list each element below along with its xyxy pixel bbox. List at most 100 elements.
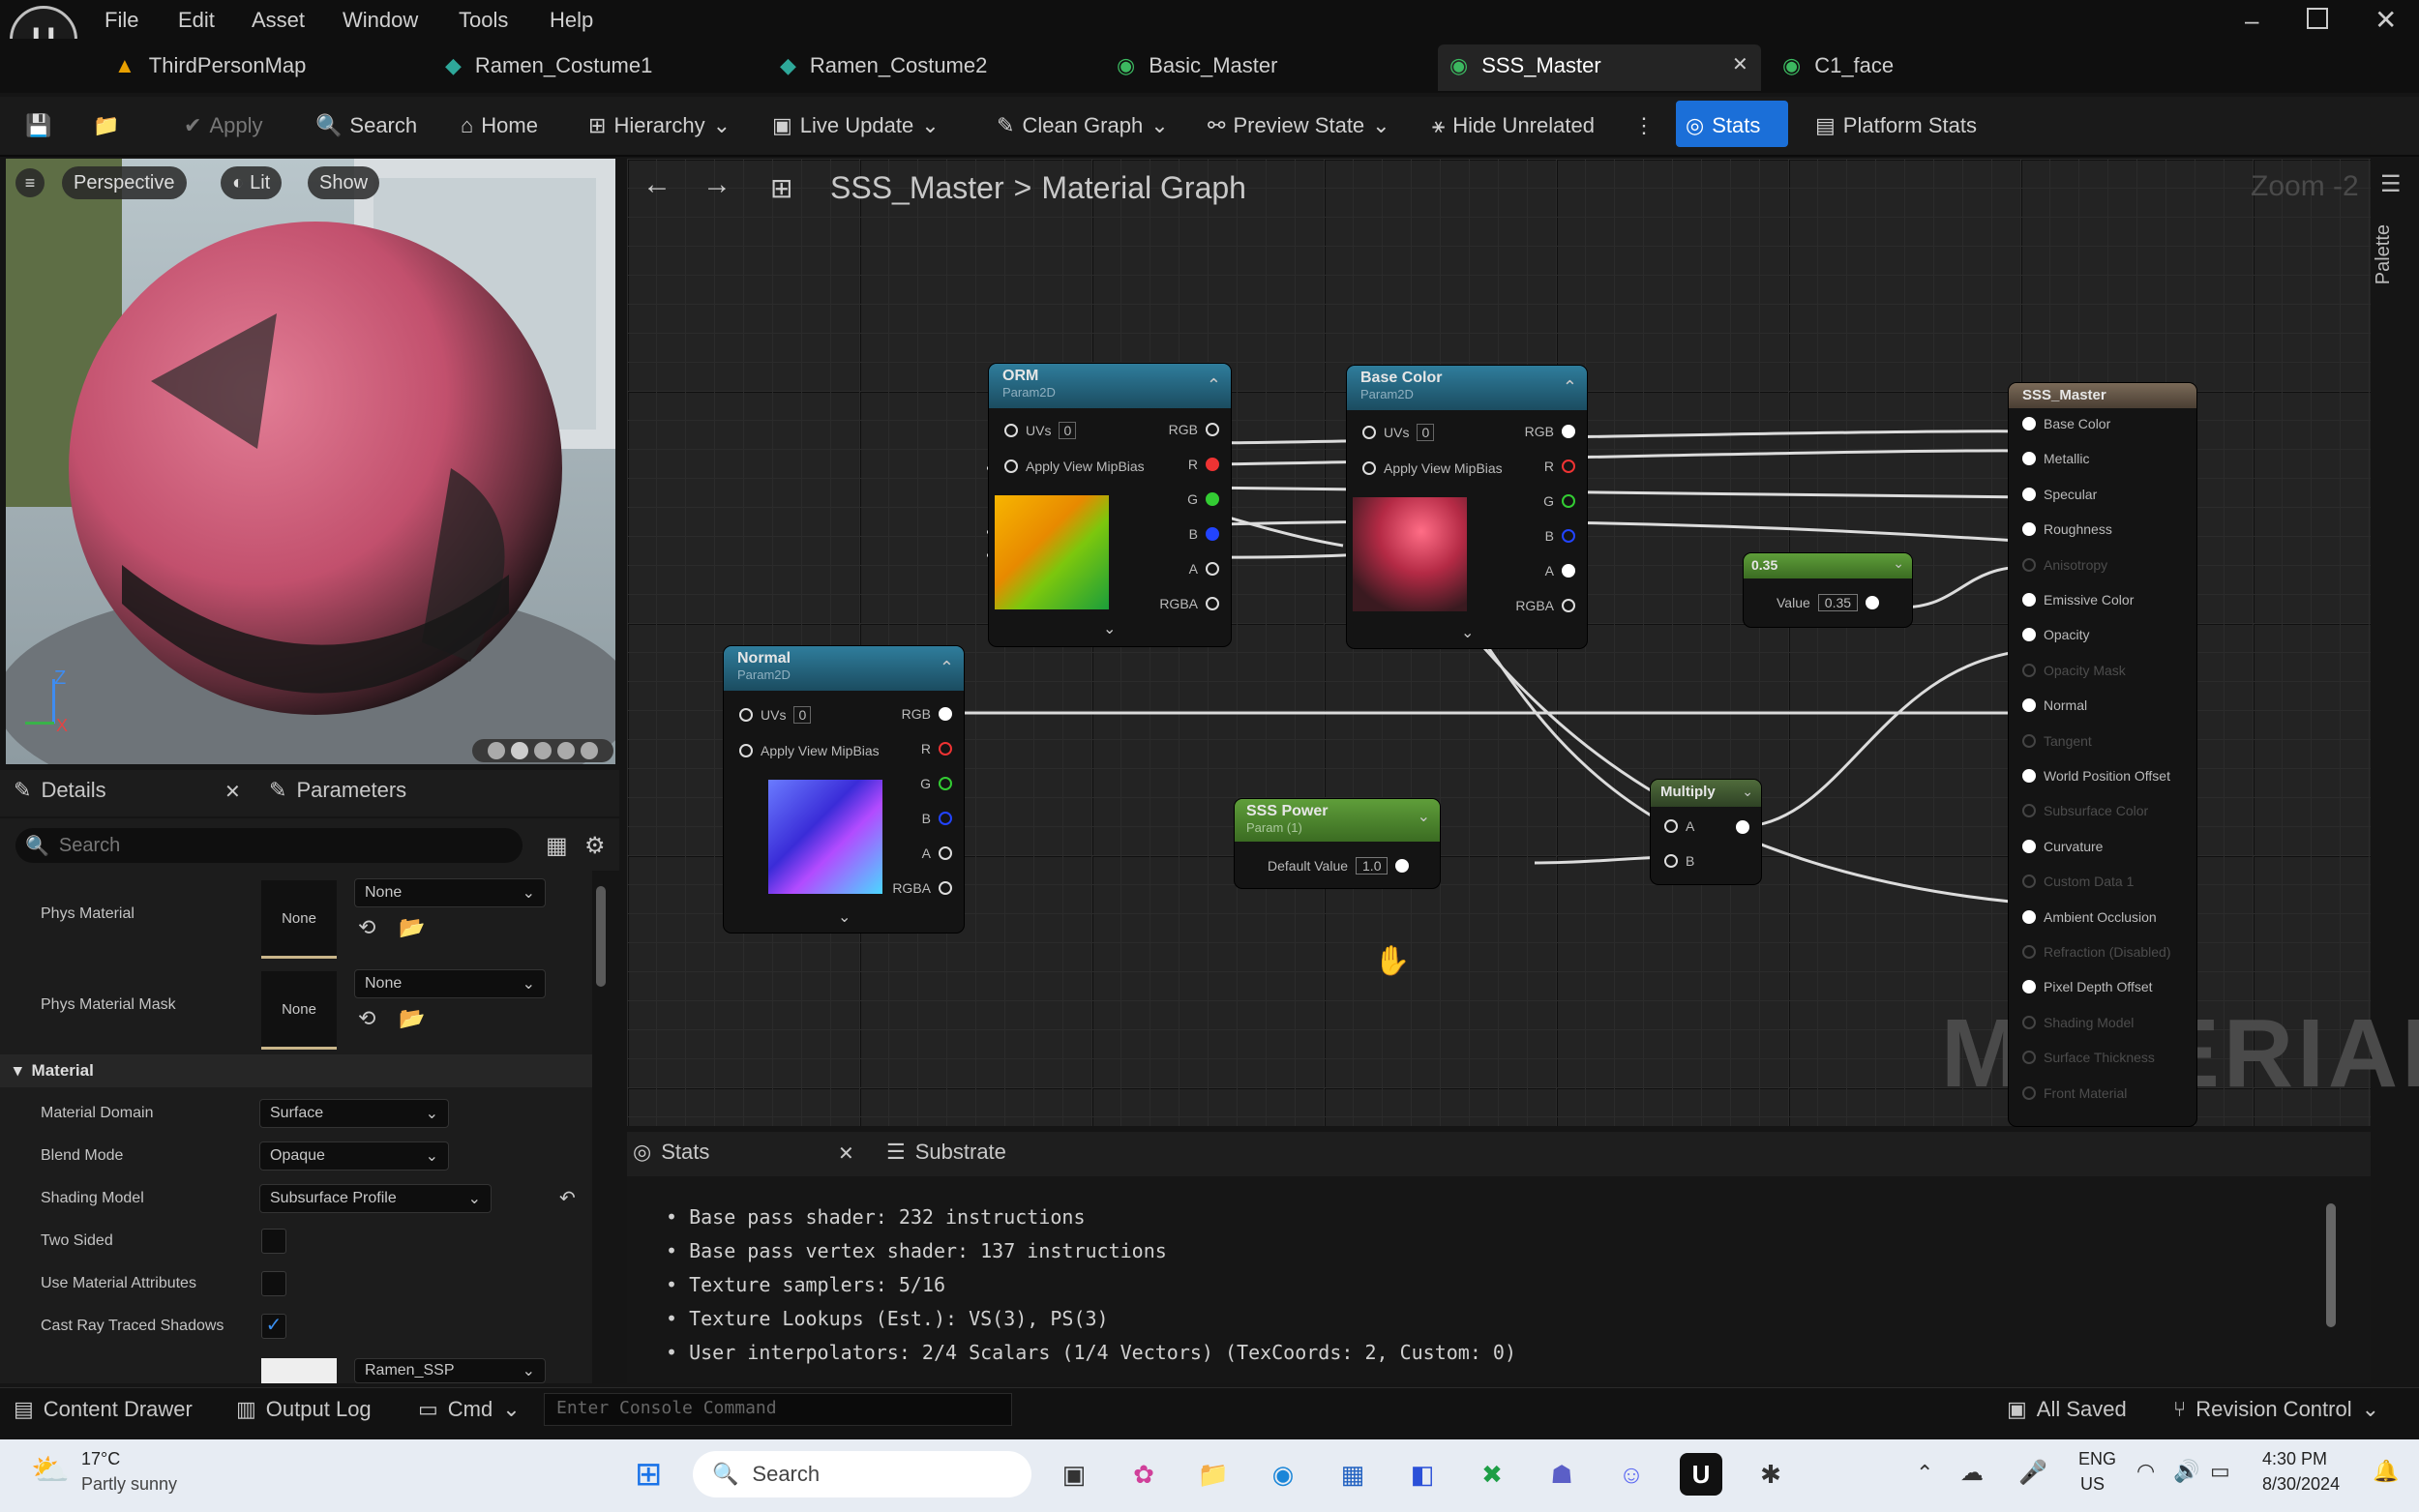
unreal-engine-icon[interactable]: U bbox=[1680, 1453, 1722, 1496]
input-pin-icon[interactable] bbox=[2022, 593, 2036, 607]
browse-folder-icon[interactable]: 📂 bbox=[399, 915, 425, 940]
preview-state-button[interactable]: ⚯ Preview State ⌄ bbox=[1208, 104, 1390, 147]
mipbias-pin-icon[interactable] bbox=[1004, 460, 1018, 473]
palette-tab[interactable]: Palette bbox=[2373, 224, 2395, 284]
cast-ray-traced-shadows-checkbox[interactable]: ✓ bbox=[261, 1314, 286, 1339]
r-pin-icon[interactable] bbox=[939, 742, 952, 756]
b-pin-icon[interactable] bbox=[939, 812, 952, 825]
basecolor-texture-node[interactable]: Base Color Param2D ⌃ UVs 0 Apply View MipB… bbox=[1347, 366, 1587, 648]
viewport-menu-icon[interactable]: ≡ bbox=[15, 168, 45, 197]
output-pin-icon[interactable] bbox=[1736, 820, 1749, 834]
input-pin-icon[interactable] bbox=[2022, 1085, 2036, 1100]
g-pin-icon[interactable] bbox=[939, 777, 952, 790]
phys-material-dropdown[interactable]: None ⌄ bbox=[354, 878, 546, 907]
revision-control-button[interactable]: ⑂ Revision Control ⌄ bbox=[2173, 1397, 2379, 1422]
menu-help[interactable]: Help bbox=[550, 8, 593, 33]
a-pin-icon[interactable] bbox=[1664, 819, 1678, 833]
tab-thirdpersonmap[interactable]: ▲ ThirdPersonMap bbox=[114, 46, 306, 85]
blend-mode-dropdown[interactable]: Opaque ⌄ bbox=[259, 1141, 449, 1171]
master-input-pin[interactable]: World Position Offset bbox=[2022, 768, 2170, 784]
rgba-pin-icon[interactable] bbox=[1562, 599, 1575, 612]
input-pin-icon[interactable] bbox=[2022, 452, 2036, 466]
master-input-pin[interactable]: Custom Data 1 bbox=[2022, 874, 2134, 889]
master-input-pin[interactable]: Anisotropy bbox=[2022, 557, 2107, 573]
microphone-icon[interactable]: 🎤 bbox=[2018, 1459, 2047, 1487]
b-pin-icon[interactable] bbox=[1664, 854, 1678, 868]
master-input-pin[interactable]: Emissive Color bbox=[2022, 592, 2134, 608]
rgb-pin-icon[interactable] bbox=[939, 707, 952, 721]
input-pin-icon[interactable] bbox=[2022, 487, 2036, 501]
tab-stats[interactable]: ◎ Stats bbox=[633, 1140, 709, 1165]
master-input-pin[interactable]: Metallic bbox=[2022, 451, 2089, 466]
taskbar-search[interactable]: 🔍 Search bbox=[693, 1451, 1031, 1497]
tab-basic-master[interactable]: ◉ Basic_Master bbox=[1117, 46, 1277, 85]
uvs-pin-icon[interactable] bbox=[1362, 426, 1376, 439]
collapse-icon[interactable]: ⌄ bbox=[1742, 784, 1753, 800]
input-pin-icon[interactable] bbox=[2022, 1051, 2036, 1065]
constant-value-field[interactable]: 0.35 bbox=[1817, 594, 1859, 611]
lit-button[interactable]: ◐ Lit bbox=[221, 166, 283, 199]
output-pin-icon[interactable] bbox=[1395, 859, 1410, 873]
expand-icon[interactable]: ⌄ bbox=[838, 907, 851, 927]
input-pin-icon[interactable] bbox=[2022, 839, 2036, 853]
search-button[interactable]: 🔍 Search bbox=[315, 104, 417, 147]
menu-window[interactable]: Window bbox=[343, 8, 418, 33]
file-explorer-icon[interactable]: 📁 bbox=[1192, 1453, 1235, 1496]
close-stats-icon[interactable]: ✕ bbox=[838, 1141, 854, 1166]
onedrive-icon[interactable]: ☁ bbox=[1960, 1459, 1984, 1487]
constant-node[interactable]: 0.35 ⌄ Value 0.35 bbox=[1744, 553, 1912, 627]
collapse-icon[interactable]: ⌄ bbox=[1893, 555, 1904, 572]
input-pin-icon[interactable] bbox=[2022, 628, 2036, 642]
sphere-icon[interactable] bbox=[511, 742, 528, 759]
input-pin-icon[interactable] bbox=[2022, 522, 2036, 537]
tab-sss-master[interactable]: ◉ SSS_Master bbox=[1449, 46, 1601, 85]
mipbias-pin-icon[interactable] bbox=[1362, 461, 1376, 475]
rgb-pin-icon[interactable] bbox=[1206, 423, 1219, 436]
more-options-icon[interactable]: ⋮ bbox=[1633, 104, 1655, 147]
master-input-pin[interactable]: Curvature bbox=[2022, 839, 2103, 854]
master-input-pin[interactable]: Surface Thickness bbox=[2022, 1050, 2155, 1065]
tab-ramen-costume2[interactable]: ◆ Ramen_Costume2 bbox=[780, 46, 987, 85]
visual-studio-icon[interactable]: ◧ bbox=[1401, 1453, 1444, 1496]
reset-to-default-icon[interactable]: ↶ bbox=[559, 1186, 576, 1210]
uvs-pin-icon[interactable] bbox=[1004, 424, 1018, 437]
rgba-pin-icon[interactable] bbox=[939, 881, 952, 895]
master-input-pin[interactable]: Refraction (Disabled) bbox=[2022, 944, 2171, 960]
browse-folder-icon[interactable]: 📂 bbox=[399, 1006, 425, 1031]
expand-icon[interactable]: ⌄ bbox=[1461, 623, 1474, 642]
copilot-icon[interactable]: ✿ bbox=[1122, 1453, 1165, 1496]
input-pin-icon[interactable] bbox=[2022, 769, 2036, 783]
minimize-button[interactable]: – bbox=[2245, 6, 2258, 36]
material-section-header[interactable]: ▾ Material bbox=[0, 1054, 592, 1087]
preview-shape-buttons[interactable] bbox=[472, 739, 613, 762]
material-domain-dropdown[interactable]: Surface ⌄ bbox=[259, 1099, 449, 1128]
live-update-button[interactable]: ▣ Live Update ⌄ bbox=[772, 104, 940, 147]
edge-icon[interactable]: ◉ bbox=[1262, 1453, 1304, 1496]
phys-material-thumbnail[interactable]: None bbox=[261, 880, 337, 959]
input-pin-icon[interactable] bbox=[2022, 557, 2036, 572]
master-input-pin[interactable]: Ambient Occlusion bbox=[2022, 909, 2157, 925]
language-bottom[interactable]: US bbox=[2080, 1474, 2105, 1495]
collapse-icon[interactable]: ⌄ bbox=[1418, 807, 1430, 826]
input-pin-icon[interactable] bbox=[2022, 1015, 2036, 1029]
subsurface-profile-thumbnail[interactable] bbox=[261, 1358, 337, 1383]
collapse-icon[interactable]: ⌃ bbox=[940, 658, 954, 678]
rgb-pin-icon[interactable] bbox=[1562, 425, 1575, 438]
teams-icon[interactable]: ☗ bbox=[1540, 1453, 1583, 1496]
sss-master-result-node[interactable]: SSS_Master Base Color Metallic Specular Rou… bbox=[2009, 383, 2196, 1126]
output-pin-icon[interactable] bbox=[1866, 596, 1880, 609]
input-pin-icon[interactable] bbox=[2022, 945, 2036, 959]
a-pin-icon[interactable] bbox=[1562, 564, 1575, 578]
perspective-button[interactable]: Perspective bbox=[62, 166, 187, 199]
windows-start-icon[interactable]: ⊞ bbox=[635, 1455, 663, 1494]
master-input-pin[interactable]: Specular bbox=[2022, 487, 2097, 502]
stats-scrollbar[interactable] bbox=[2326, 1203, 2336, 1327]
clean-graph-button[interactable]: ✎ Clean Graph ⌄ bbox=[997, 104, 1169, 147]
app-icon[interactable]: ✱ bbox=[1749, 1453, 1792, 1496]
r-pin-icon[interactable] bbox=[1562, 460, 1575, 473]
clock-date[interactable]: 8/30/2024 bbox=[2262, 1474, 2340, 1495]
g-pin-icon[interactable] bbox=[1206, 492, 1219, 506]
close-tab-icon[interactable]: ✕ bbox=[1732, 52, 1748, 76]
use-material-attributes-checkbox[interactable] bbox=[261, 1271, 286, 1296]
orm-texture-node[interactable]: ORM Param2D ⌃ UVs 0 Apply View MipBias RGB… bbox=[989, 364, 1231, 646]
